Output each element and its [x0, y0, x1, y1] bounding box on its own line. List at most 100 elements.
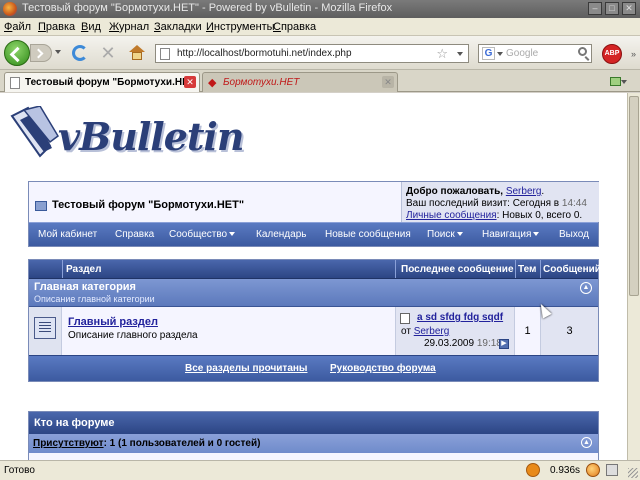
search-engine-dropdown-icon[interactable] — [497, 52, 503, 56]
menu-tools[interactable]: Инструменты — [206, 21, 275, 33]
pm-stats: : Новых 0, всего 0. — [496, 210, 583, 221]
maximize-button[interactable]: □ — [605, 2, 619, 15]
menu-faq[interactable]: Справка — [115, 229, 154, 240]
thread-count: 1 — [524, 325, 531, 337]
addon-status-icon[interactable] — [606, 464, 618, 476]
menu-edit[interactable]: Правка — [38, 21, 75, 33]
menu-new-posts[interactable]: Новые сообщения — [325, 229, 411, 240]
close-window-button[interactable]: ✕ — [622, 2, 636, 15]
menu-navigation[interactable]: Навигация — [482, 229, 540, 240]
forum-info-cell: Главный раздел Описание главного раздела — [62, 307, 395, 355]
search-icon[interactable] — [578, 47, 587, 56]
header-posts: Сообщений — [543, 264, 601, 275]
dropdown-arrow-icon — [533, 232, 540, 237]
search-input[interactable]: Google — [506, 48, 538, 59]
collapse-icon[interactable]: ▲ — [580, 282, 592, 294]
tab-list-icon[interactable] — [608, 73, 627, 89]
forum-status-icon — [34, 317, 56, 339]
header-divider — [395, 260, 396, 278]
private-messages-link[interactable]: Личные сообщения — [406, 210, 497, 221]
menu-help[interactable]: Справка — [273, 21, 316, 33]
url-dropdown-icon[interactable] — [457, 52, 463, 56]
tab-close-icon[interactable]: ✕ — [184, 76, 196, 88]
menu-user-cp[interactable]: Мой кабинет — [38, 229, 97, 240]
last-post-title-link[interactable]: a sd sfdg fdg sqdf — [417, 312, 503, 323]
window-titlebar: Тестовый форум "Бормотухи.НЕТ" - Powered… — [0, 0, 640, 18]
dropdown-arrow-icon — [456, 232, 463, 237]
table-header: Раздел Последнее сообщение Тем Сообщений — [29, 260, 601, 279]
forum-title[interactable]: Тестовый форум "Бормотухи.НЕТ" — [52, 199, 244, 211]
menu-history[interactable]: Журнал — [109, 21, 149, 33]
scrollbar-thumb[interactable] — [629, 96, 639, 296]
yslow-icon[interactable] — [526, 463, 540, 477]
last-post-cell: a sd sfdg fdg sqdf от Serberg 29.03.2009… — [395, 307, 515, 355]
category-description: Описание главной категории — [34, 294, 155, 304]
forum-name-link[interactable]: Главный раздел — [68, 316, 158, 328]
minimize-button[interactable]: – — [588, 2, 602, 15]
category-row: Главная категория Описание главной катег… — [29, 279, 598, 307]
menu-calendar[interactable]: Календарь — [256, 229, 306, 240]
toolbar-overflow-icon[interactable]: » — [631, 49, 636, 59]
online-users-summary: Присутствуют: 1 (1 пользователей и 0 гос… — [33, 438, 260, 449]
welcome-panel: Добро пожаловать, Serberg. Ваш последний… — [401, 182, 599, 222]
forum-menu: Мой кабинет Справка Сообщество Календарь… — [29, 222, 598, 246]
last-post-date: 29.03.2009 — [424, 338, 475, 349]
forward-button[interactable] — [30, 44, 52, 62]
go-to-last-post-icon[interactable]: ▶ — [499, 339, 509, 349]
tab-bormotuhi[interactable]: ◆ Бормотухи.НЕТ ✕ — [202, 72, 398, 92]
status-bar: Готово 0.936s — [0, 460, 640, 480]
last-post-author-link[interactable]: Serberg — [414, 326, 450, 337]
forum-guide-link[interactable]: Руководство форума — [330, 363, 436, 374]
tab-bar: Тестовый форум "Бормотухи.НЕТ" ✕ ◆ Бормо… — [0, 70, 640, 92]
menu-search[interactable]: Поиск — [427, 229, 463, 240]
post-icon — [400, 313, 410, 324]
search-box[interactable]: G Google — [478, 44, 592, 63]
header-divider — [540, 260, 541, 278]
whos-online-subheader: Присутствуют: 1 (1 пользователей и 0 гос… — [29, 434, 598, 453]
resize-grip-icon[interactable] — [628, 468, 638, 478]
vbulletin-logo[interactable]: vBulletin — [6, 102, 244, 168]
navigation-toolbar: ✕ http://localhost/bormotuhi.net/index.p… — [0, 36, 640, 70]
reload-icon[interactable] — [72, 45, 88, 61]
header-divider — [515, 260, 516, 278]
history-dropdown-icon[interactable] — [55, 50, 61, 54]
menu-bar: Файл Правка Вид Журнал Закладки Инструме… — [0, 18, 640, 36]
menu-file[interactable]: Файл — [4, 21, 31, 33]
menu-bookmarks[interactable]: Закладки — [154, 21, 202, 33]
collapse-icon[interactable]: ▲ — [581, 437, 592, 448]
tab-close-icon[interactable]: ✕ — [382, 76, 394, 88]
dropdown-arrow-icon — [229, 232, 236, 237]
whos-online-title: Кто на форуме — [34, 417, 115, 429]
last-post-datetime: 29.03.2009 19:18 — [424, 338, 502, 349]
vbulletin-wordmark: vBulletin — [58, 114, 244, 159]
welcome-greeting: Добро пожаловать, — [406, 186, 504, 197]
page-load-time: 0.936s — [550, 465, 581, 476]
home-icon[interactable] — [129, 45, 145, 61]
forum-table: Раздел Последнее сообщение Тем Сообщений… — [28, 259, 601, 382]
menu-community[interactable]: Сообщество — [169, 229, 236, 240]
firebug-icon[interactable] — [586, 463, 600, 477]
present-users-link[interactable]: Присутствуют — [33, 438, 104, 449]
mark-all-read-link[interactable]: Все разделы прочитаны — [185, 363, 307, 374]
back-button[interactable] — [4, 40, 30, 66]
category-title[interactable]: Главная категория — [34, 281, 136, 293]
status-text: Готово — [4, 465, 35, 476]
username-link[interactable]: Serberg — [506, 186, 542, 197]
table-footer: Все разделы прочитаны Руководство форума — [29, 355, 598, 381]
page-scrollbar[interactable] — [627, 93, 640, 460]
header-divider — [62, 260, 63, 278]
address-url[interactable]: http://localhost/bormotuhi.net/index.php — [177, 48, 352, 59]
menu-logout[interactable]: Выход — [559, 229, 589, 240]
forum-home-icon[interactable] — [35, 201, 47, 211]
adblock-icon[interactable]: ABP — [602, 44, 622, 64]
online-users-row — [29, 453, 598, 460]
header-section: Раздел — [66, 264, 102, 275]
forum-row: Главный раздел Описание главного раздела… — [29, 307, 598, 355]
search-engine-icon[interactable]: G — [482, 47, 495, 60]
bookmark-star-icon[interactable]: ☆ — [436, 46, 448, 62]
tab-forum[interactable]: Тестовый форум "Бормотухи.НЕТ" ✕ — [4, 72, 200, 92]
menu-view[interactable]: Вид — [81, 21, 101, 33]
stop-icon[interactable]: ✕ — [100, 44, 116, 62]
address-bar[interactable]: http://localhost/bormotuhi.net/index.php… — [155, 44, 469, 63]
forum-status-cell — [29, 307, 62, 355]
